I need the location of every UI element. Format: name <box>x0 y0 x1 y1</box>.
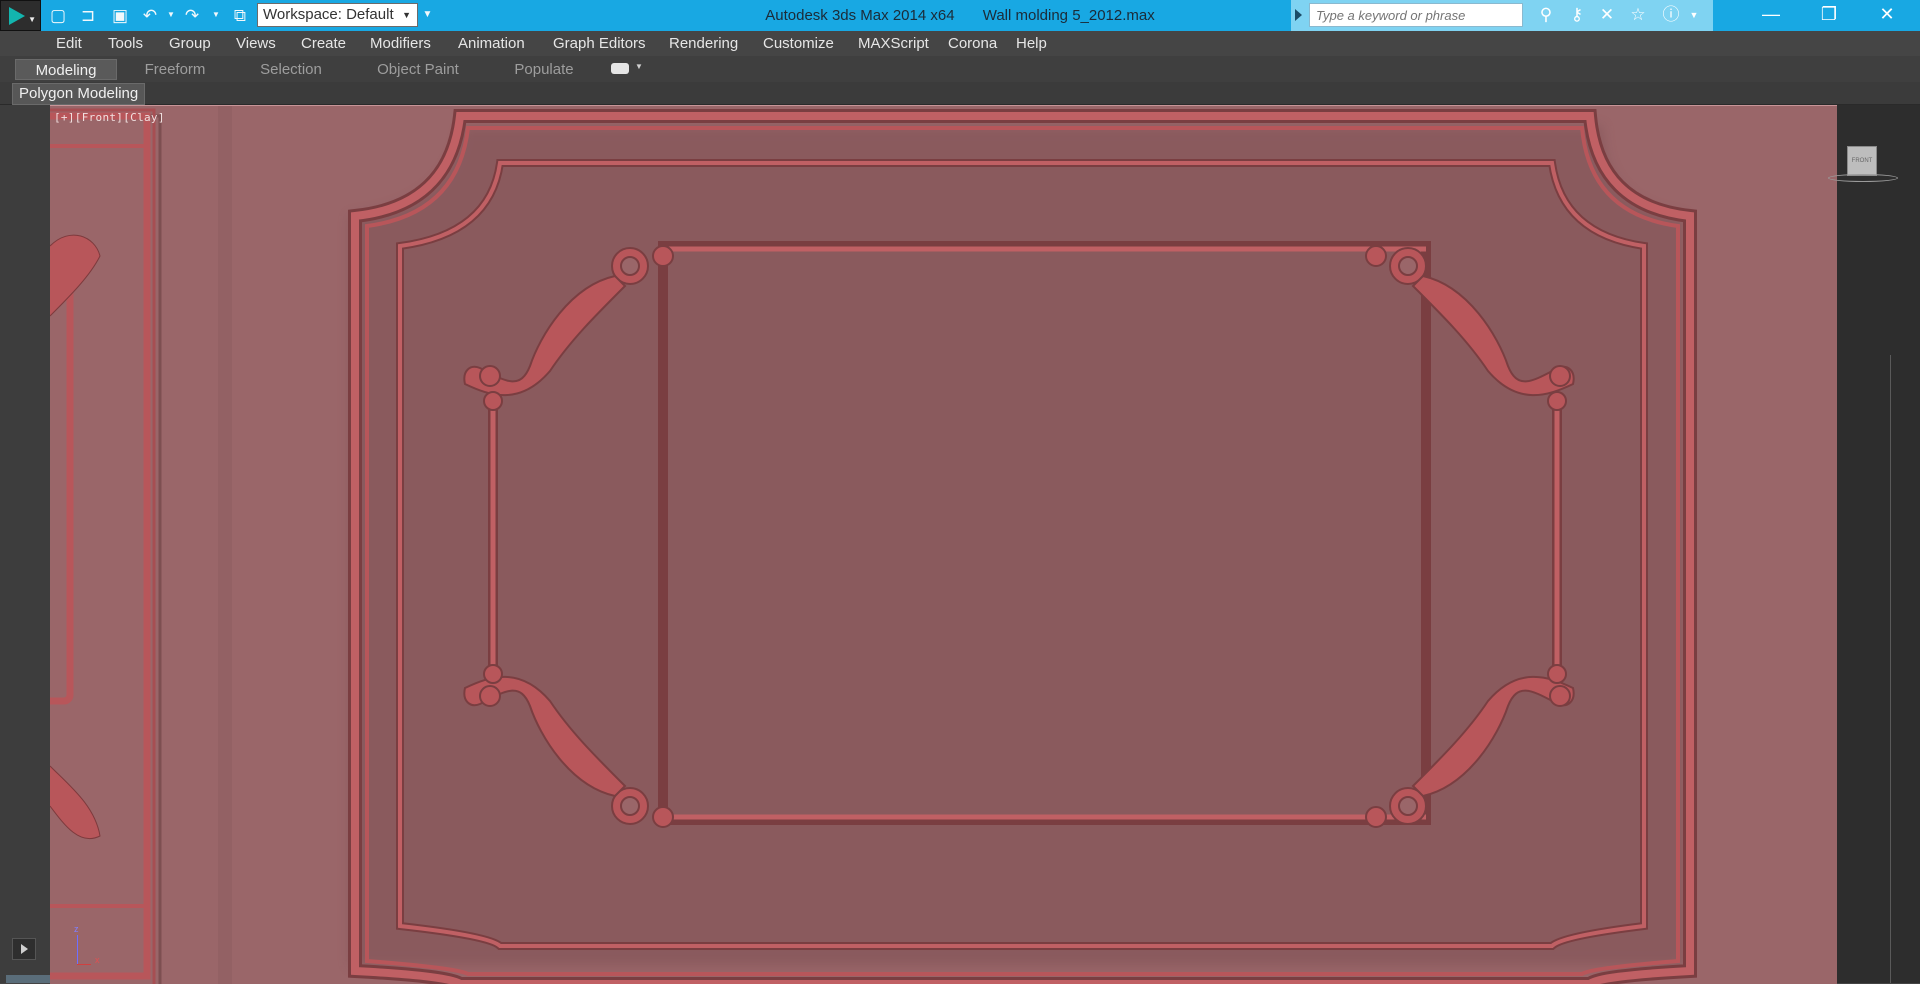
ribbon-panel: Polygon Modeling <box>0 82 1920 105</box>
timeline-scroll-thumb[interactable] <box>6 975 50 983</box>
search-input[interactable] <box>1309 3 1523 27</box>
menu-create[interactable]: Create <box>301 31 346 56</box>
quick-access-customize-icon[interactable]: ▼ <box>420 5 435 25</box>
3ds-max-logo-icon <box>9 7 25 25</box>
star-icon[interactable]: ☆ <box>1627 4 1649 26</box>
viewcube-compass-ring[interactable] <box>1828 174 1898 182</box>
file-name: Wall molding 5_2012.max <box>982 7 1155 24</box>
left-toolbar-strip <box>0 105 50 983</box>
redo-icon[interactable]: ↷ <box>182 5 202 25</box>
ribbon-minimize-icon[interactable] <box>611 63 629 74</box>
viewcube[interactable]: FRONT <box>1847 146 1877 176</box>
ribbon-tabs: Modeling Freeform Selection Object Paint… <box>0 56 1920 82</box>
wall-molding-render <box>50 106 1697 984</box>
menu-tools[interactable]: Tools <box>108 31 143 56</box>
workspace-label: Workspace: Default <box>263 6 394 23</box>
workspace-select[interactable]: Workspace: Default ▼ <box>257 3 418 27</box>
new-file-icon[interactable]: ▢ <box>48 5 68 25</box>
open-file-icon[interactable]: ⊐ <box>78 5 98 25</box>
chevron-down-icon: ▼ <box>402 10 411 20</box>
axis-x-label: x <box>95 955 100 965</box>
close-icon[interactable]: ✕ <box>1864 0 1910 31</box>
menu-bar: Edit Tools Group Views Create Modifiers … <box>0 31 1920 56</box>
title-bar: ▼ ▢ ⊐ ▣ ↶ ▼ ↷ ▼ ⧉ Workspace: Default ▼ ▼… <box>0 0 1920 31</box>
app-menu-caret-icon: ▼ <box>28 15 36 24</box>
menu-customize[interactable]: Customize <box>763 31 834 56</box>
undo-icon[interactable]: ↶ <box>140 5 160 25</box>
ribbon-options-caret-icon[interactable]: ▼ <box>635 62 643 71</box>
application-menu-button[interactable]: ▼ <box>0 0 41 31</box>
axis-x-line <box>77 964 91 965</box>
left-partial-panel <box>50 106 232 984</box>
help-icon[interactable]: ⓘ <box>1660 4 1682 26</box>
axis-z-line <box>77 935 78 965</box>
command-panel <box>1837 105 1920 983</box>
infocenter-bar: ⚲ ⚷ ✕ ☆ ⓘ ▼ <box>1291 0 1713 31</box>
command-panel-scroll-track[interactable] <box>1890 355 1891 983</box>
axis-z-label: z <box>74 924 79 934</box>
menu-graph-editors[interactable]: Graph Editors <box>553 31 646 56</box>
tab-object-paint[interactable]: Object Paint <box>368 59 468 80</box>
menu-maxscript[interactable]: MAXScript <box>858 31 929 56</box>
viewport-label[interactable]: [+][Front][Clay] <box>54 111 165 124</box>
search-expand-icon[interactable] <box>1295 9 1302 21</box>
menu-help[interactable]: Help <box>1016 31 1047 56</box>
help-dropdown-icon[interactable]: ▼ <box>1683 4 1705 26</box>
exchange-icon[interactable]: ✕ <box>1596 4 1618 26</box>
restore-icon[interactable]: ❐ <box>1806 0 1852 31</box>
menu-corona[interactable]: Corona <box>948 31 997 56</box>
binoculars-icon[interactable]: ⚲ <box>1535 4 1557 26</box>
menu-animation[interactable]: Animation <box>458 31 525 56</box>
menu-views[interactable]: Views <box>236 31 276 56</box>
play-icon[interactable] <box>12 938 36 960</box>
polygon-modeling-panel[interactable]: Polygon Modeling <box>12 83 146 105</box>
menu-modifiers[interactable]: Modifiers <box>370 31 431 56</box>
minimize-icon[interactable]: — <box>1748 0 1794 31</box>
front-viewport[interactable]: [+][Front][Clay] z x <box>50 105 1837 984</box>
undo-dropdown-icon[interactable]: ▼ <box>167 10 175 19</box>
tab-selection[interactable]: Selection <box>246 59 336 80</box>
save-icon[interactable]: ▣ <box>110 5 130 25</box>
menu-edit[interactable]: Edit <box>56 31 82 56</box>
tab-freeform[interactable]: Freeform <box>130 59 220 80</box>
project-folder-icon[interactable]: ⧉ <box>230 5 250 25</box>
key-icon[interactable]: ⚷ <box>1566 4 1588 26</box>
tab-populate[interactable]: Populate <box>502 59 586 80</box>
menu-rendering[interactable]: Rendering <box>669 31 738 56</box>
tab-modeling[interactable]: Modeling <box>15 59 117 80</box>
app-name: Autodesk 3ds Max 2014 x64 <box>765 7 955 24</box>
menu-group[interactable]: Group <box>169 31 211 56</box>
redo-dropdown-icon[interactable]: ▼ <box>212 10 220 19</box>
